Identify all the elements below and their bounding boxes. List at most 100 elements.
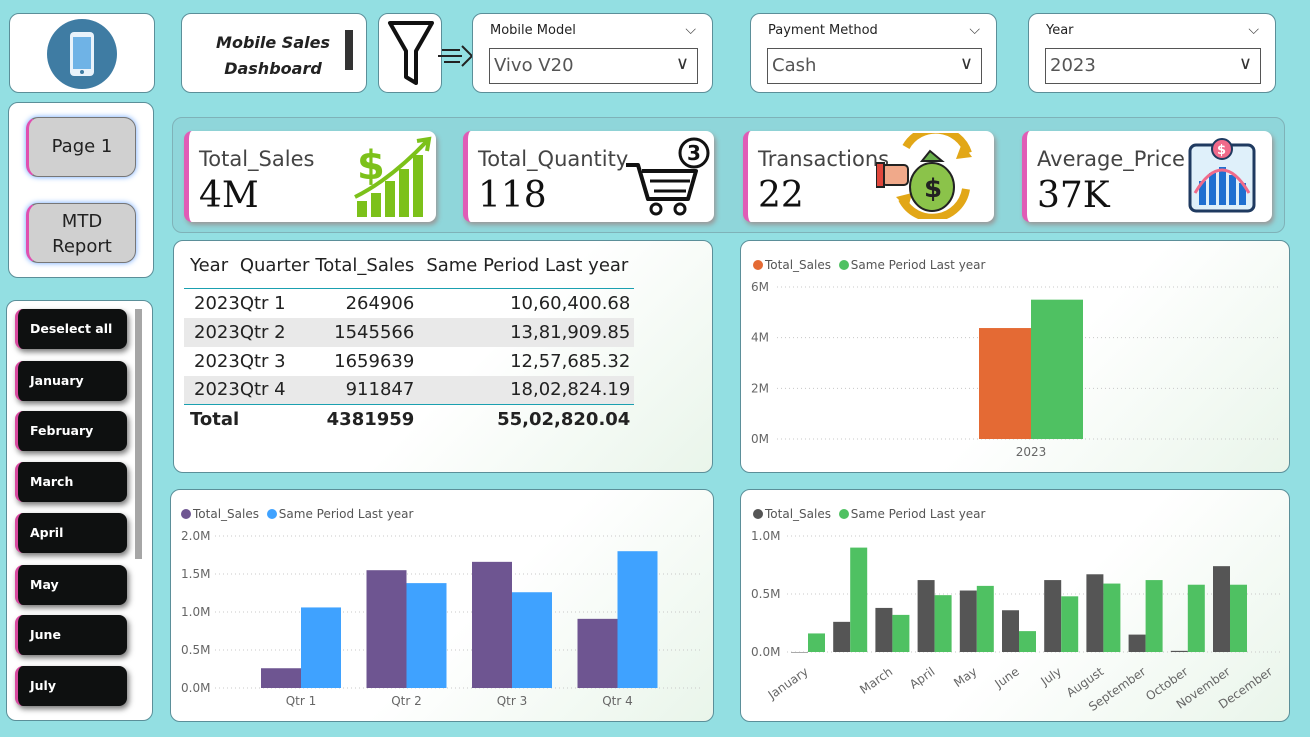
bar-total-sales-may[interactable] <box>959 590 977 652</box>
kpi-total-quantity: Total_Quantity 118 3 <box>463 131 714 222</box>
bar-total-sales-march[interactable] <box>875 607 893 652</box>
funnel-icon <box>388 21 434 85</box>
bar-total-sales-qtr-2[interactable] <box>366 570 407 688</box>
bar-same-period-last-year-qtr-1[interactable] <box>301 607 341 688</box>
filter-card[interactable] <box>378 13 442 93</box>
year-slicer[interactable]: Year ⌵ 2023 ∨ <box>1028 13 1276 93</box>
bar-same-period-last-year-march[interactable] <box>892 614 910 652</box>
x-tick-label: March <box>857 664 895 696</box>
bar-same-period-last-year-april[interactable] <box>934 595 952 652</box>
chevron-down-icon[interactable]: ⌵ <box>969 22 980 38</box>
bar-same-period-last-year-may[interactable] <box>976 585 994 652</box>
bar-same-period-last-year-july[interactable] <box>1061 596 1079 652</box>
month-may[interactable]: May <box>15 565 127 605</box>
x-tick-label: July <box>1037 664 1064 688</box>
mobile-model-slicer[interactable]: Mobile Model ⌵ Vivo V20 ∨ <box>472 13 713 93</box>
mtd-report-line2: Report <box>52 236 112 257</box>
month-slicer[interactable]: Deselect all January February March Apri… <box>6 300 153 721</box>
year-value: 2023 <box>1050 55 1096 76</box>
kpi-transactions-value: 22 <box>758 175 804 216</box>
x-tick-label: 2023 <box>1016 445 1047 459</box>
header-same-period[interactable]: Same Period Last year <box>426 255 634 289</box>
page1-button[interactable]: Page 1 <box>26 117 136 177</box>
bar-same-period-last-year-june[interactable] <box>1019 631 1036 652</box>
chevron-down-icon[interactable]: ⌵ <box>1248 22 1259 38</box>
y-tick-label: 4M <box>751 331 769 345</box>
bar-total-sales-september[interactable] <box>1128 634 1146 652</box>
table-row: 2023 Qtr 3 1659639 12,57,685.32 <box>194 350 631 372</box>
bar-total-sales-qtr-3[interactable] <box>472 561 512 688</box>
quarterly-bar-chart: 0.0M 0.5M 1.0M 1.5M 2.0M Qtr 1 Qtr 2 Qtr 3 Qtr 4 <box>181 529 701 708</box>
dropdown-arrow-icon[interactable]: ∨ <box>960 53 973 74</box>
kpi-total-sales-value: 4M <box>199 175 259 216</box>
bar-same-period-last-year-january[interactable] <box>808 633 825 652</box>
kpi-average-price: Average_Price 37K $ <box>1022 131 1272 222</box>
bar-same-period-last-year-october[interactable] <box>1187 584 1205 652</box>
kpi-total-sales: Total_Sales 4M $ <box>184 131 436 222</box>
payment-method-dropdown[interactable]: Cash ∨ <box>767 48 982 84</box>
bar-same-period-last-year-november[interactable] <box>1230 584 1247 652</box>
year-dropdown[interactable]: 2023 ∨ <box>1045 48 1261 84</box>
bar-total-sales-october[interactable] <box>1170 650 1188 652</box>
mtd-report-line1: MTD <box>61 211 103 232</box>
bar-same-period-last-year-2023[interactable] <box>1031 299 1083 439</box>
bar-same-period-last-year-qtr-3[interactable] <box>512 592 552 688</box>
y-tick-label: 0.5M <box>751 587 780 601</box>
table-header-row: Year Quarter Total_Sales Same Period Las… <box>184 255 635 289</box>
y-tick-label: 0.0M <box>751 645 780 659</box>
header-total-sales[interactable]: Total_Sales <box>315 255 426 289</box>
bar-same-period-last-year-september[interactable] <box>1145 580 1163 652</box>
monthly-bar-chart: 0.0M 0.5M 1.0M January March April May June July… <box>751 529 1281 714</box>
dropdown-arrow-icon[interactable]: ∨ <box>676 53 689 74</box>
deselect-all-button[interactable]: Deselect all <box>15 309 127 349</box>
slicer-scrollbar[interactable] <box>135 309 142 559</box>
x-tick-label: May <box>951 664 979 690</box>
table-total-row: Total 4381959 55,02,820.04 <box>184 404 635 434</box>
header-quarter[interactable]: Quarter <box>240 255 316 289</box>
bar-total-sales-january[interactable] <box>791 652 808 653</box>
dashboard-title-line1: Mobile Sales <box>216 33 330 52</box>
bar-total-sales-july[interactable] <box>1044 580 1062 652</box>
payment-method-label: Payment Method <box>768 23 878 38</box>
bar-same-period-last-year-august[interactable] <box>1103 583 1121 652</box>
month-april[interactable]: April <box>15 513 127 553</box>
bar-total-sales-june[interactable] <box>1002 610 1019 652</box>
mobile-phone-icon <box>47 19 117 89</box>
bar-same-period-last-year-february[interactable] <box>850 547 868 652</box>
mobile-model-dropdown[interactable]: Vivo V20 ∨ <box>489 48 698 84</box>
monthly-sales-chart-card: Total_Sales Same Period Last year 0.0M 0.… <box>740 489 1290 722</box>
shopping-cart-icon: 3 <box>626 137 710 216</box>
y-tick-label: 1.0M <box>751 529 780 543</box>
x-tick-label: January <box>765 664 811 702</box>
kpi-total-sales-label: Total_Sales <box>199 147 315 171</box>
bar-same-period-last-year-qtr-4[interactable] <box>617 551 658 688</box>
bar-total-sales-april[interactable] <box>917 580 935 652</box>
kpi-average-price-label: Average_Price <box>1037 147 1185 171</box>
bar-total-sales-november[interactable] <box>1213 566 1230 652</box>
quarterly-sales-table: Year Quarter Total_Sales Same Period Las… <box>184 255 635 434</box>
month-february[interactable]: February <box>15 411 127 451</box>
y-tick-label: 2.0M <box>181 529 210 543</box>
dropdown-arrow-icon[interactable]: ∨ <box>1239 53 1252 74</box>
month-march[interactable]: March <box>15 462 127 502</box>
bar-total-sales-qtr-4[interactable] <box>577 618 618 688</box>
svg-text:3: 3 <box>687 141 701 165</box>
bar-total-sales-february[interactable] <box>833 621 851 652</box>
month-july[interactable]: July <box>15 666 127 706</box>
bar-same-period-last-year-qtr-2[interactable] <box>406 583 447 688</box>
chevron-down-icon[interactable]: ⌵ <box>685 22 696 38</box>
kpi-total-quantity-label: Total_Quantity <box>478 147 629 171</box>
y-tick-label: 1.5M <box>181 567 210 581</box>
x-tick-label: Qtr 1 <box>286 694 317 708</box>
svg-text:$: $ <box>1217 143 1226 158</box>
bar-total-sales-august[interactable] <box>1086 574 1104 652</box>
y-tick-label: 6M <box>751 280 769 294</box>
month-january[interactable]: January <box>15 361 127 401</box>
mtd-report-button[interactable]: MTD Report <box>26 203 136 263</box>
dashboard-title-line2: Dashboard <box>224 59 322 78</box>
payment-method-slicer[interactable]: Payment Method ⌵ Cash ∨ <box>750 13 997 93</box>
header-year[interactable]: Year <box>184 255 240 289</box>
bar-total-sales-qtr-1[interactable] <box>261 668 301 688</box>
month-june[interactable]: June <box>15 615 127 655</box>
bar-total-sales-2023[interactable] <box>979 328 1031 439</box>
